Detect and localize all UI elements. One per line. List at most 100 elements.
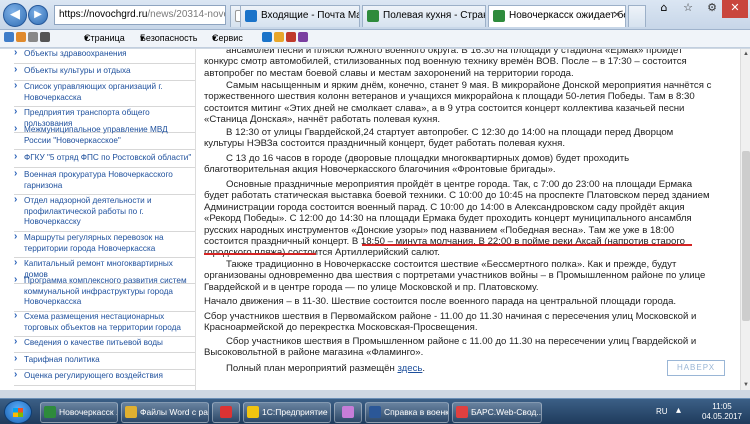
article-paragraph: ансамблей песни и пляски Южного военного…: [204, 49, 687, 79]
taskbar-button-label: 1С:Предприятие ...: [262, 407, 331, 417]
extension-icon: [274, 32, 284, 42]
sidebar-item[interactable]: Список управляющих организаций г. Новоче…: [14, 81, 195, 107]
tab-active-label: Новочеркасск ожидает бе: [509, 10, 626, 21]
browser-icon: [44, 406, 56, 418]
sidebar-item[interactable]: Маршруты регулярных перевозок на террито…: [14, 232, 195, 258]
clock[interactable]: 11:05 04.05.2017: [700, 402, 744, 422]
sidebar-item[interactable]: Объекты культуры и отдыха: [14, 65, 195, 81]
red-underline-mark: [204, 253, 316, 255]
mail-icon: [245, 10, 257, 22]
browser-window: ◀ ▶ https://novochgrd.ru/news/20314-novo…: [0, 0, 750, 424]
title-tab-bar: ◀ ▶ https://novochgrd.ru/news/20314-novo…: [0, 0, 750, 30]
scroll-up-icon[interactable]: ▲: [741, 49, 750, 59]
menu-security-label: Безопасность: [140, 33, 198, 43]
article-paragraph: Начало движения – в 11-30. Шествие состо…: [204, 296, 677, 307]
language-indicator[interactable]: RU: [656, 407, 668, 416]
home-icon[interactable]: ⌂: [652, 0, 676, 18]
taskbar-button[interactable]: [334, 402, 362, 423]
1c-icon: [247, 406, 259, 418]
taskbar-button[interactable]: БАРС.Web-Свод...: [452, 402, 542, 423]
vertical-scrollbar[interactable]: ▲ ▼: [740, 49, 750, 390]
favorites-icon[interactable]: ☆: [676, 0, 700, 18]
sidebar-item[interactable]: Военная прокуратура Новочеркасского гарн…: [14, 169, 195, 195]
article-paragraph: Сбор участников шествия в Промышленном р…: [204, 336, 697, 359]
site-favicon-icon: [493, 10, 505, 22]
sidebar: Объекты здравоохранения Объекты культуры…: [0, 49, 196, 390]
tab-kitchen[interactable]: Полевая кухня - Страница 4 -: [362, 5, 486, 27]
barsweb-icon: [456, 406, 468, 418]
article-paragraph: Также традиционно в Новочеркасске состои…: [204, 259, 706, 293]
scrollbar-thumb[interactable]: [742, 151, 750, 321]
tab-mail-label: Входящие - Почта Mail.Ru: [261, 10, 359, 21]
new-tab-button[interactable]: [628, 5, 646, 27]
taskbar-button-label: БАРС.Web-Свод...: [471, 407, 542, 417]
extension-icon: [286, 32, 296, 42]
address-bar[interactable]: https://novochgrd.ru/news/20314-novocher…: [54, 5, 226, 25]
app-icon: [220, 406, 232, 418]
clock-time: 11:05: [712, 402, 732, 411]
tab-close-icon[interactable]: ✕: [613, 6, 621, 26]
red-underline-mark: [362, 244, 692, 246]
sidebar-item[interactable]: Объекты здравоохранения: [14, 49, 195, 64]
page-content: Объекты здравоохранения Объекты культуры…: [0, 49, 740, 390]
home-icon: [4, 32, 14, 42]
tab-mail[interactable]: Входящие - Почта Mail.Ru: [240, 5, 360, 27]
clock-date: 04.05.2017: [701, 412, 743, 421]
settings-gear-icon[interactable]: ⚙: [700, 0, 724, 18]
word-icon: [369, 406, 381, 418]
sidebar-item[interactable]: Оценка регулирующего воздействия: [14, 370, 195, 386]
back-button[interactable]: ◀: [3, 3, 27, 27]
menu-security[interactable]: Безопасность ▾: [140, 30, 197, 47]
taskbar-button[interactable]: Файлы Word с ра...: [121, 402, 209, 423]
toolbar-tools[interactable]: [4, 30, 52, 47]
article-paragraph: С 13 до 16 часов в городе (дворовые площ…: [204, 153, 630, 176]
article-paragraph: Основные праздничные мероприятия пройдёт…: [204, 179, 716, 259]
taskbar-button-label: Справка в военк...: [384, 407, 449, 417]
menu-page-label: Страница: [84, 33, 125, 43]
sidebar-item[interactable]: Программа комплексного развития систем к…: [14, 275, 195, 312]
tray-icons[interactable]: ▴: [676, 405, 681, 416]
start-button[interactable]: [4, 400, 32, 424]
print-icon: [40, 32, 50, 42]
article-paragraph: Самым насыщенным и ярким днём, конечно, …: [204, 80, 712, 126]
taskbar-button[interactable]: Новочеркасск ...: [40, 402, 118, 423]
address-host: https://novochgrd.ru: [59, 9, 148, 20]
folder-icon: [125, 406, 137, 418]
sidebar-item[interactable]: Сведения о качестве питьевой воды: [14, 337, 195, 353]
menu-service-label: Сервис: [212, 33, 243, 43]
taskbar-button[interactable]: 1С:Предприятие ...: [243, 402, 331, 423]
site-favicon-icon: [367, 10, 379, 22]
scroll-top-button[interactable]: НАВЕРХ: [667, 360, 725, 376]
taskbar-button-label: Файлы Word с ра...: [140, 407, 209, 417]
feeds-icon: [16, 32, 26, 42]
article-body: ансамблей песни и пляски Южного военного…: [204, 49, 724, 390]
sidebar-item[interactable]: Схема размещения нестационарных торговых…: [14, 311, 195, 337]
taskbar-button[interactable]: [212, 402, 240, 423]
address-path: /news/20314-novocherkas: [147, 9, 225, 20]
help-icon: [262, 32, 272, 42]
sidebar-item[interactable]: Отдел надзорной деятельности и профилакт…: [14, 195, 195, 232]
taskbar-button[interactable]: Справка в военк...: [365, 402, 449, 423]
taskbar-button-label: Новочеркасск ...: [59, 407, 118, 417]
article-text: Полный план мероприятий размещён: [226, 363, 398, 374]
toolbar-addons[interactable]: [262, 30, 310, 47]
scroll-down-icon[interactable]: ▼: [741, 380, 750, 390]
full-plan-link[interactable]: здесь: [397, 363, 422, 374]
sidebar-item[interactable]: Тарифная политика: [14, 354, 195, 370]
close-window-icon[interactable]: ✕: [722, 0, 748, 18]
mail-icon: [28, 32, 38, 42]
article-text: .: [422, 363, 426, 374]
taskbar: Новочеркасск ... Файлы Word с ра... 1С:П…: [0, 398, 750, 424]
sidebar-item[interactable]: Межмуниципальное управление МВД России "…: [14, 124, 195, 150]
article-paragraph: В 12:30 от улицы Гвардейской,24 стартует…: [204, 127, 674, 150]
article-paragraph: Сбор участников шествия в Первомайском р…: [204, 311, 697, 334]
menu-page[interactable]: Страница ▾: [84, 30, 125, 47]
app-icon: [342, 406, 354, 418]
article-paragraph: Полный план мероприятий размещён здесь.: [204, 363, 716, 374]
tab-kitchen-label: Полевая кухня - Страница 4 -: [383, 10, 485, 21]
menu-service[interactable]: Сервис ▾: [212, 30, 243, 47]
forward-button[interactable]: ▶: [28, 5, 48, 25]
extension-icon: [298, 32, 308, 42]
sidebar-item[interactable]: ФГКУ "5 отряд ФПС по Ростовской области": [14, 152, 195, 168]
tab-active[interactable]: Новочеркасск ожидает бе ✕: [488, 5, 626, 27]
